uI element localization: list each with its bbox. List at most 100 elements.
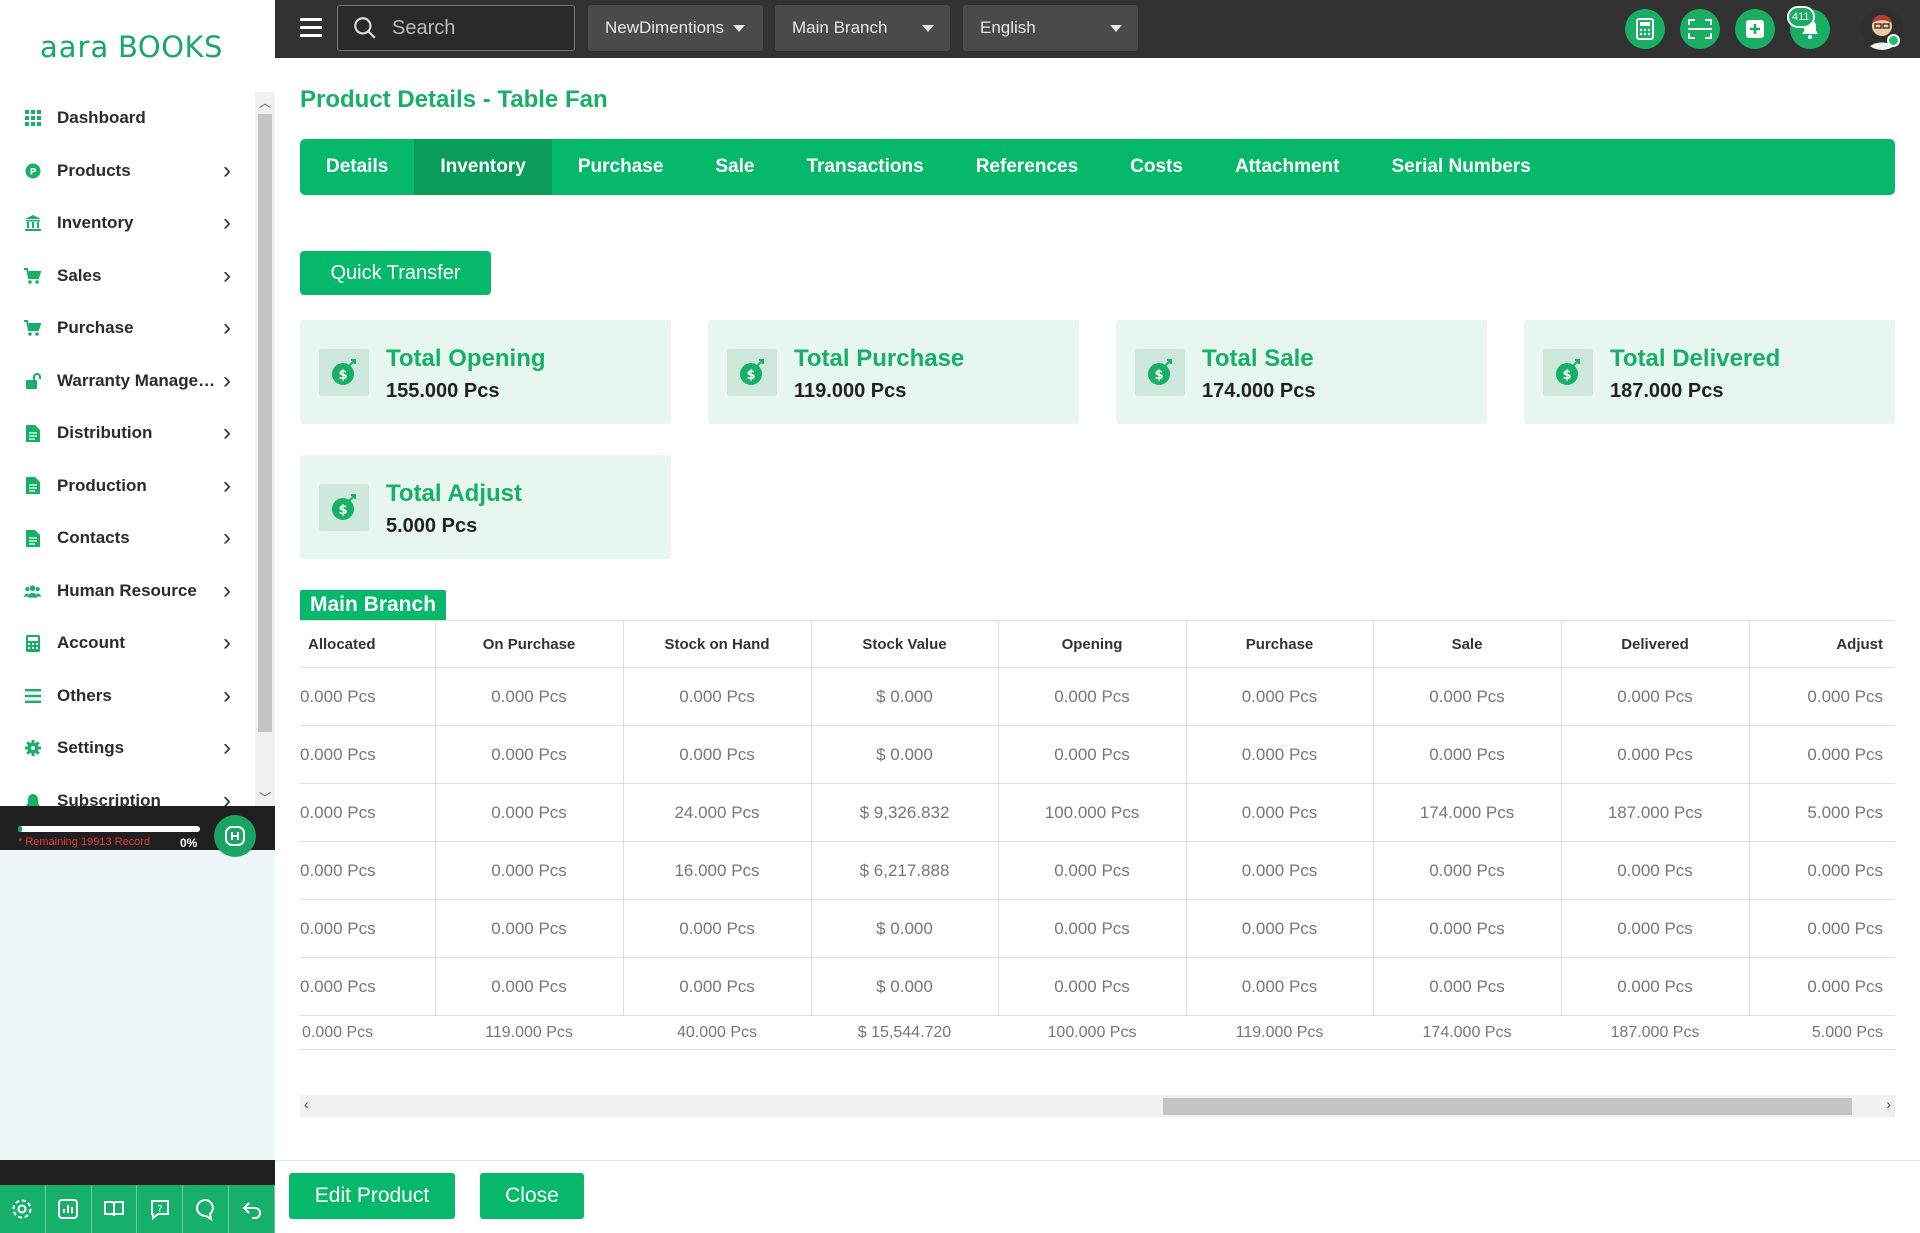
branch-select[interactable]: Main Branch xyxy=(775,5,950,51)
table-total-cell: 40.000 Pcs xyxy=(623,1015,811,1050)
tab-serial-numbers[interactable]: Serial Numbers xyxy=(1365,139,1556,195)
edit-product-button[interactable]: Edit Product xyxy=(289,1173,455,1219)
summary-card-total-opening: $ Total Opening 155.000 Pcs xyxy=(300,320,671,424)
chevron-right-icon: › xyxy=(223,524,231,552)
tab-sale[interactable]: Sale xyxy=(689,139,780,195)
column-header[interactable]: Purchase xyxy=(1186,620,1374,668)
column-header[interactable]: Delivered xyxy=(1561,620,1750,668)
calculator-button[interactable] xyxy=(1625,9,1665,49)
sidebar-item-distribution[interactable]: Distribution › xyxy=(0,407,255,460)
table-cell: 0.000 Pcs xyxy=(435,783,624,842)
search-box[interactable] xyxy=(337,5,575,51)
column-header[interactable]: Sale xyxy=(1373,620,1562,668)
tab-inventory[interactable]: Inventory xyxy=(414,139,552,195)
table-cell: 0.000 Pcs xyxy=(300,725,436,784)
table-horizontal-scrollbar[interactable]: ‹ › xyxy=(300,1095,1895,1117)
scroll-left-arrow-icon[interactable]: ‹ xyxy=(304,1096,309,1112)
sidebar-item-warranty-management[interactable]: Warranty Management › xyxy=(0,355,255,408)
page-title: Product Details - Table Fan xyxy=(300,86,608,113)
svg-text:$: $ xyxy=(338,503,347,518)
table-cell: 0.000 Pcs xyxy=(1373,725,1562,784)
sidebar-item-inventory[interactable]: Inventory › xyxy=(0,197,255,250)
sidebar-item-contacts[interactable]: Contacts › xyxy=(0,512,255,565)
scan-button[interactable] xyxy=(1680,9,1720,49)
column-header[interactable]: Adjust xyxy=(1749,620,1895,668)
chevron-down-icon xyxy=(1110,25,1122,32)
column-header[interactable]: Stock on Hand xyxy=(623,620,812,668)
sidebar-item-label: Inventory xyxy=(57,213,134,233)
undo-icon[interactable] xyxy=(229,1185,275,1233)
language-select[interactable]: English xyxy=(963,5,1138,51)
table-row: 0.000 Pcs 0.000 Pcs 0.000 Pcs $ 0.000 0.000 … xyxy=(300,667,1895,726)
chevron-right-icon: › xyxy=(223,786,231,808)
sidebar-item-others[interactable]: Others › xyxy=(0,670,255,723)
sidebar-item-production[interactable]: Production › xyxy=(0,460,255,513)
scroll-up-arrow-icon[interactable]: ︿ xyxy=(255,94,275,111)
ai-assistant-button[interactable] xyxy=(214,815,256,857)
unlock-icon xyxy=(24,372,41,389)
quick-transfer-button[interactable]: Quick Transfer xyxy=(300,251,491,295)
scroll-down-arrow-icon[interactable]: ﹀ xyxy=(255,789,275,806)
chat-icon[interactable] xyxy=(183,1185,230,1233)
sidebar-item-subscription[interactable]: Subscription › xyxy=(0,775,255,808)
table-row: 0.000 Pcs 0.000 Pcs 16.000 Pcs $ 6,217.888 0… xyxy=(300,841,1895,900)
scroll-right-arrow-icon[interactable]: › xyxy=(1886,1096,1891,1112)
svg-text:$: $ xyxy=(746,368,755,383)
money-bag-icon: $ xyxy=(727,349,777,396)
gear-icon xyxy=(24,740,41,757)
add-button[interactable] xyxy=(1735,9,1775,49)
app-logo[interactable]: aara BOOKS xyxy=(40,28,250,72)
table-cell: 0.000 Pcs xyxy=(1749,957,1895,1016)
sidebar-item-label: Warranty Management xyxy=(57,370,217,390)
tab-transactions[interactable]: Transactions xyxy=(780,139,949,195)
table-cell: 0.000 Pcs xyxy=(1561,667,1750,726)
sidebar-item-sales[interactable]: Sales › xyxy=(0,250,255,303)
column-header[interactable]: Opening xyxy=(998,620,1187,668)
column-header[interactable]: Allocated xyxy=(300,620,436,668)
sidebar-item-human-resource[interactable]: Human Resource › xyxy=(0,565,255,618)
tab-costs[interactable]: Costs xyxy=(1104,139,1209,195)
branch-section-label: Main Branch xyxy=(300,590,447,620)
table-total-cell: 5.000 Pcs xyxy=(1749,1015,1895,1050)
chevron-right-icon: › xyxy=(223,576,231,604)
sidebar-item-account[interactable]: Account › xyxy=(0,617,255,670)
sidebar-item-label: Purchase xyxy=(57,318,134,338)
company-select[interactable]: NewDimentions xyxy=(588,5,763,51)
book-icon[interactable] xyxy=(92,1185,138,1233)
chart-icon[interactable] xyxy=(46,1185,92,1233)
summary-card-total-sale: $ Total Sale 174.000 Pcs xyxy=(1116,320,1487,424)
column-header[interactable]: On Purchase xyxy=(435,620,624,668)
sidebar-item-purchase[interactable]: Purchase › xyxy=(0,302,255,355)
svg-text:$: $ xyxy=(1154,368,1163,383)
sidebar-scrollbar[interactable]: ︿ ﹀ xyxy=(255,92,275,808)
add-icon xyxy=(1746,20,1764,38)
tab-references[interactable]: References xyxy=(950,139,1104,195)
chevron-right-icon: › xyxy=(223,419,231,447)
table-cell: 0.000 Pcs xyxy=(623,899,812,958)
calculator-icon xyxy=(1636,18,1654,40)
search-input[interactable] xyxy=(392,16,562,40)
table-cell: 0.000 Pcs xyxy=(435,725,624,784)
sidebar-item-label: Contacts xyxy=(57,528,130,548)
sidebar-item-label: Settings xyxy=(57,738,125,758)
column-header[interactable]: Stock Value xyxy=(811,620,999,668)
chevron-right-icon: › xyxy=(223,314,231,342)
tab-details[interactable]: Details xyxy=(300,139,414,195)
table-cell: 0.000 Pcs xyxy=(1749,667,1895,726)
close-button[interactable]: Close xyxy=(480,1173,584,1219)
tab-purchase[interactable]: Purchase xyxy=(552,139,690,195)
table-scroll-thumb[interactable] xyxy=(1163,1098,1852,1115)
table-cell: 0.000 Pcs xyxy=(435,667,624,726)
sidebar-item-dashboard[interactable]: Dashboard xyxy=(0,92,255,145)
hamburger-menu-icon[interactable] xyxy=(300,18,322,38)
table-cell: 0.000 Pcs xyxy=(623,957,812,1016)
sidebar-scroll-thumb[interactable] xyxy=(258,114,272,732)
table-cell: $ 0.000 xyxy=(811,725,999,784)
chevron-right-icon: › xyxy=(223,734,231,762)
table-cell: 0.000 Pcs xyxy=(1561,899,1750,958)
sidebar-item-settings[interactable]: Settings › xyxy=(0,722,255,775)
help-icon[interactable]: ? xyxy=(137,1185,184,1233)
tab-attachment[interactable]: Attachment xyxy=(1209,139,1366,195)
gear-icon[interactable] xyxy=(0,1185,46,1233)
sidebar-item-products[interactable]: P Products › xyxy=(0,145,255,198)
